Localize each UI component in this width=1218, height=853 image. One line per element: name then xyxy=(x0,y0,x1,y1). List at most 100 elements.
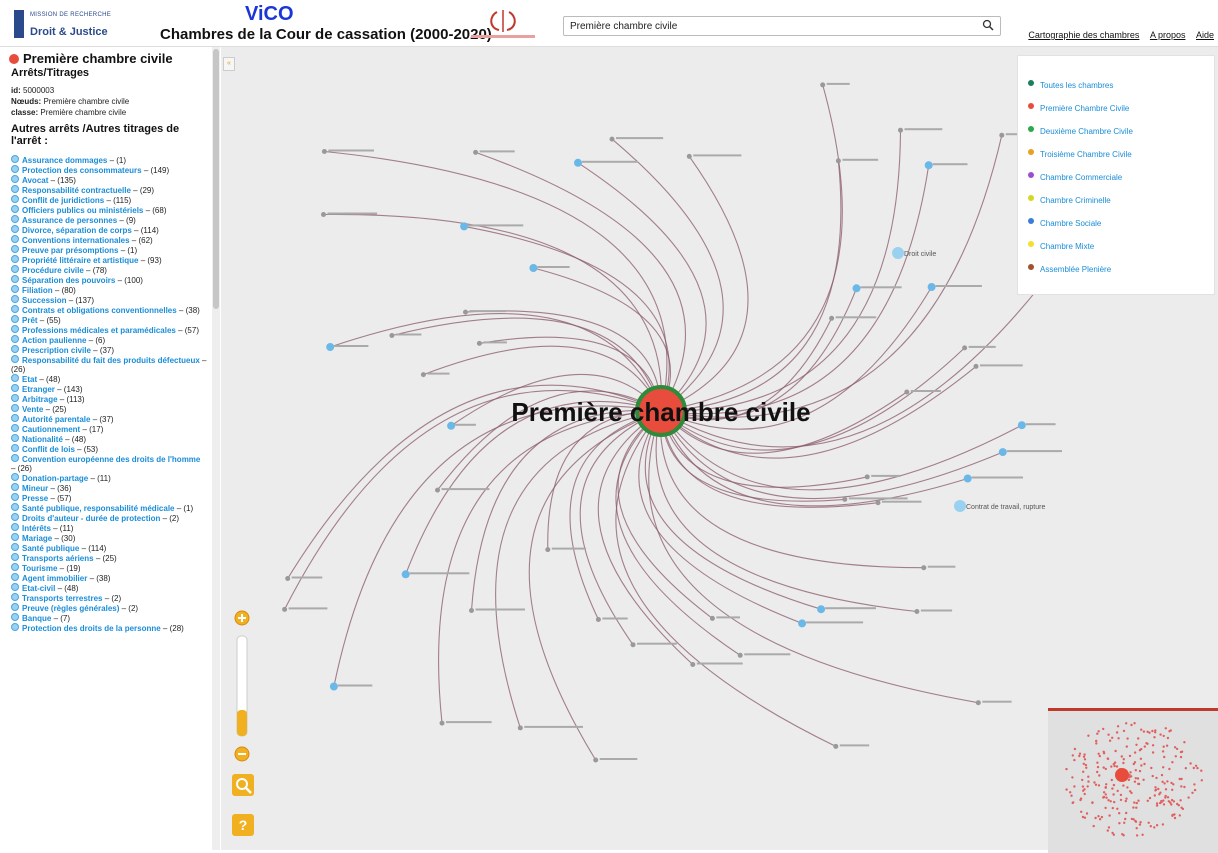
arret-label[interactable]: Prêt xyxy=(22,316,38,325)
graph-node[interactable] xyxy=(998,448,1007,457)
arret-list-item[interactable]: Propriété littéraire et artistique – (93… xyxy=(11,255,207,265)
link-a-propos[interactable]: A propos xyxy=(1150,30,1186,40)
arret-label[interactable]: Filiation xyxy=(22,286,53,295)
graph-node[interactable] xyxy=(326,343,335,351)
graph-node[interactable] xyxy=(842,496,848,502)
arret-list-item[interactable]: Protection des droits de la personne – (… xyxy=(11,623,207,633)
graph-node[interactable] xyxy=(898,127,903,133)
graph-node[interactable] xyxy=(529,264,538,272)
link-cartographie[interactable]: Cartographie des chambres xyxy=(1028,30,1139,40)
arret-label[interactable]: Intérêts xyxy=(22,524,51,533)
graph-node[interactable] xyxy=(963,474,972,483)
arret-label[interactable]: Conflit de lois xyxy=(22,445,75,454)
arret-label[interactable]: Etranger xyxy=(22,385,55,394)
collapse-sidebar-button[interactable]: « xyxy=(223,57,235,71)
graph-node[interactable] xyxy=(476,340,482,346)
legend-item[interactable]: Troisième Chambre Civile xyxy=(1028,149,1132,159)
arret-list-item[interactable]: Tourisme – (19) xyxy=(11,563,207,573)
arret-list-item[interactable]: Santé publique, responsabilité médicale … xyxy=(11,503,207,513)
arret-list-item[interactable]: Succession – (137) xyxy=(11,295,207,305)
arret-list-item[interactable]: Conventions internationales – (62) xyxy=(11,235,207,245)
legend-item[interactable]: Chambre Commerciale xyxy=(1028,172,1122,182)
arret-label[interactable]: Assurance dommages xyxy=(22,156,107,165)
node-contrat-de-travail-node[interactable] xyxy=(954,500,966,512)
zoom-slider-level[interactable] xyxy=(237,710,247,736)
arret-list-item[interactable]: Preuve (règles générales) – (2) xyxy=(11,603,207,613)
arret-label[interactable]: Transports aériens xyxy=(22,554,94,563)
graph-node[interactable] xyxy=(1017,421,1026,430)
arret-list-item[interactable]: Intérêts – (11) xyxy=(11,523,207,533)
graph-node[interactable] xyxy=(921,565,927,571)
arret-label[interactable]: Succession xyxy=(22,296,66,305)
arret-list-item[interactable]: Officiers publics ou ministériels – (68) xyxy=(11,205,207,215)
scrollbar-thumb[interactable] xyxy=(213,49,219,309)
arret-list-item[interactable]: Conflit de juridictions – (115) xyxy=(11,195,207,205)
arret-list-item[interactable]: Séparation des pouvoirs – (100) xyxy=(11,275,207,285)
graph-node[interactable] xyxy=(833,743,839,749)
graph-node[interactable] xyxy=(389,333,395,338)
arret-list-item[interactable]: Protection des consommateurs – (149) xyxy=(11,165,207,175)
arret-label[interactable]: Contrats et obligations conventionnelles xyxy=(22,306,177,315)
arret-label[interactable]: Mariage xyxy=(22,534,52,543)
arret-label[interactable]: Autorité parentale xyxy=(22,415,90,424)
arret-list-item[interactable]: Procédure civile – (78) xyxy=(11,265,207,275)
arret-label[interactable]: Avocat xyxy=(22,176,48,185)
graph-node[interactable] xyxy=(962,345,968,351)
arret-label[interactable]: Prescription civile xyxy=(22,346,91,355)
arret-label[interactable]: Propriété littéraire et artistique xyxy=(22,256,138,265)
arret-label[interactable]: Mineur xyxy=(22,484,48,493)
arret-label[interactable]: Presse xyxy=(22,494,48,503)
arret-label[interactable]: Séparation des pouvoirs xyxy=(22,276,115,285)
arret-list-item[interactable]: Contrats et obligations conventionnelles… xyxy=(11,305,207,315)
arret-label[interactable]: Arbitrage xyxy=(22,395,58,404)
arret-list-item[interactable]: Transports terrestres – (2) xyxy=(11,593,207,603)
graph-node[interactable] xyxy=(609,136,615,142)
node-droit-civile-node[interactable] xyxy=(892,247,904,259)
legend-item[interactable]: Assemblée Plenière xyxy=(1028,264,1111,274)
graph-node[interactable] xyxy=(473,149,479,155)
arret-list-item[interactable]: Mariage – (30) xyxy=(11,533,207,543)
graph-node[interactable] xyxy=(574,158,582,167)
arret-label[interactable]: Responsabilité contractuelle xyxy=(22,186,131,195)
graph-node[interactable] xyxy=(595,617,601,622)
graph-node[interactable] xyxy=(447,421,456,430)
arret-list-item[interactable]: Mineur – (36) xyxy=(11,483,207,493)
arret-list-item[interactable]: Filiation – (80) xyxy=(11,285,207,295)
search-input[interactable] xyxy=(564,17,986,35)
arret-label[interactable]: Preuve (règles générales) xyxy=(22,604,119,613)
arret-label[interactable]: Divorce, séparation de corps xyxy=(22,226,132,235)
arret-label[interactable]: Tourisme xyxy=(22,564,57,573)
arret-label[interactable]: Etat xyxy=(22,375,37,384)
graph-node[interactable] xyxy=(463,309,468,315)
graph-node[interactable] xyxy=(999,132,1005,138)
graph-node[interactable] xyxy=(439,720,445,726)
graph-node[interactable] xyxy=(820,82,826,88)
arret-label[interactable]: Professions médicales et paramédicales xyxy=(22,326,176,335)
arret-list-item[interactable]: Etat-civil – (48) xyxy=(11,583,207,593)
arret-list-item[interactable]: Assurance de personnes – (9) xyxy=(11,215,207,225)
arret-list-item[interactable]: Professions médicales et paramédicales –… xyxy=(11,325,207,335)
arret-list-item[interactable]: Conflit de lois – (53) xyxy=(11,444,207,454)
graph-node[interactable] xyxy=(709,615,715,621)
arret-list-item[interactable]: Nationalité – (48) xyxy=(11,434,207,444)
arret-list-item[interactable]: Divorce, séparation de corps – (114) xyxy=(11,225,207,235)
arret-list-item[interactable]: Prescription civile – (37) xyxy=(11,345,207,355)
graph-node[interactable] xyxy=(545,547,551,553)
arret-label[interactable]: Protection des droits de la personne xyxy=(22,624,161,633)
link-aide[interactable]: Aide xyxy=(1196,30,1214,40)
graph-node[interactable] xyxy=(460,222,469,231)
graph-node[interactable] xyxy=(285,576,291,581)
arret-list-item[interactable]: Transports aériens – (25) xyxy=(11,553,207,563)
arret-label[interactable]: Droits d'auteur - durée de protection xyxy=(22,514,160,523)
legend-item[interactable]: Toutes les chambres xyxy=(1028,80,1113,90)
arret-label[interactable]: Protection des consommateurs xyxy=(22,166,142,175)
arret-list-item[interactable]: Presse – (57) xyxy=(11,493,207,503)
legend-item[interactable]: Chambre Criminelle xyxy=(1028,195,1111,205)
graph-node[interactable] xyxy=(321,149,327,154)
legend-item[interactable]: Chambre Sociale xyxy=(1028,218,1101,228)
arret-label[interactable]: Conflit de juridictions xyxy=(22,196,104,205)
graph-node[interactable] xyxy=(282,606,288,612)
arret-label[interactable]: Banque xyxy=(22,614,51,623)
graph-node[interactable] xyxy=(975,700,981,706)
arret-label[interactable]: Etat-civil xyxy=(22,584,55,593)
